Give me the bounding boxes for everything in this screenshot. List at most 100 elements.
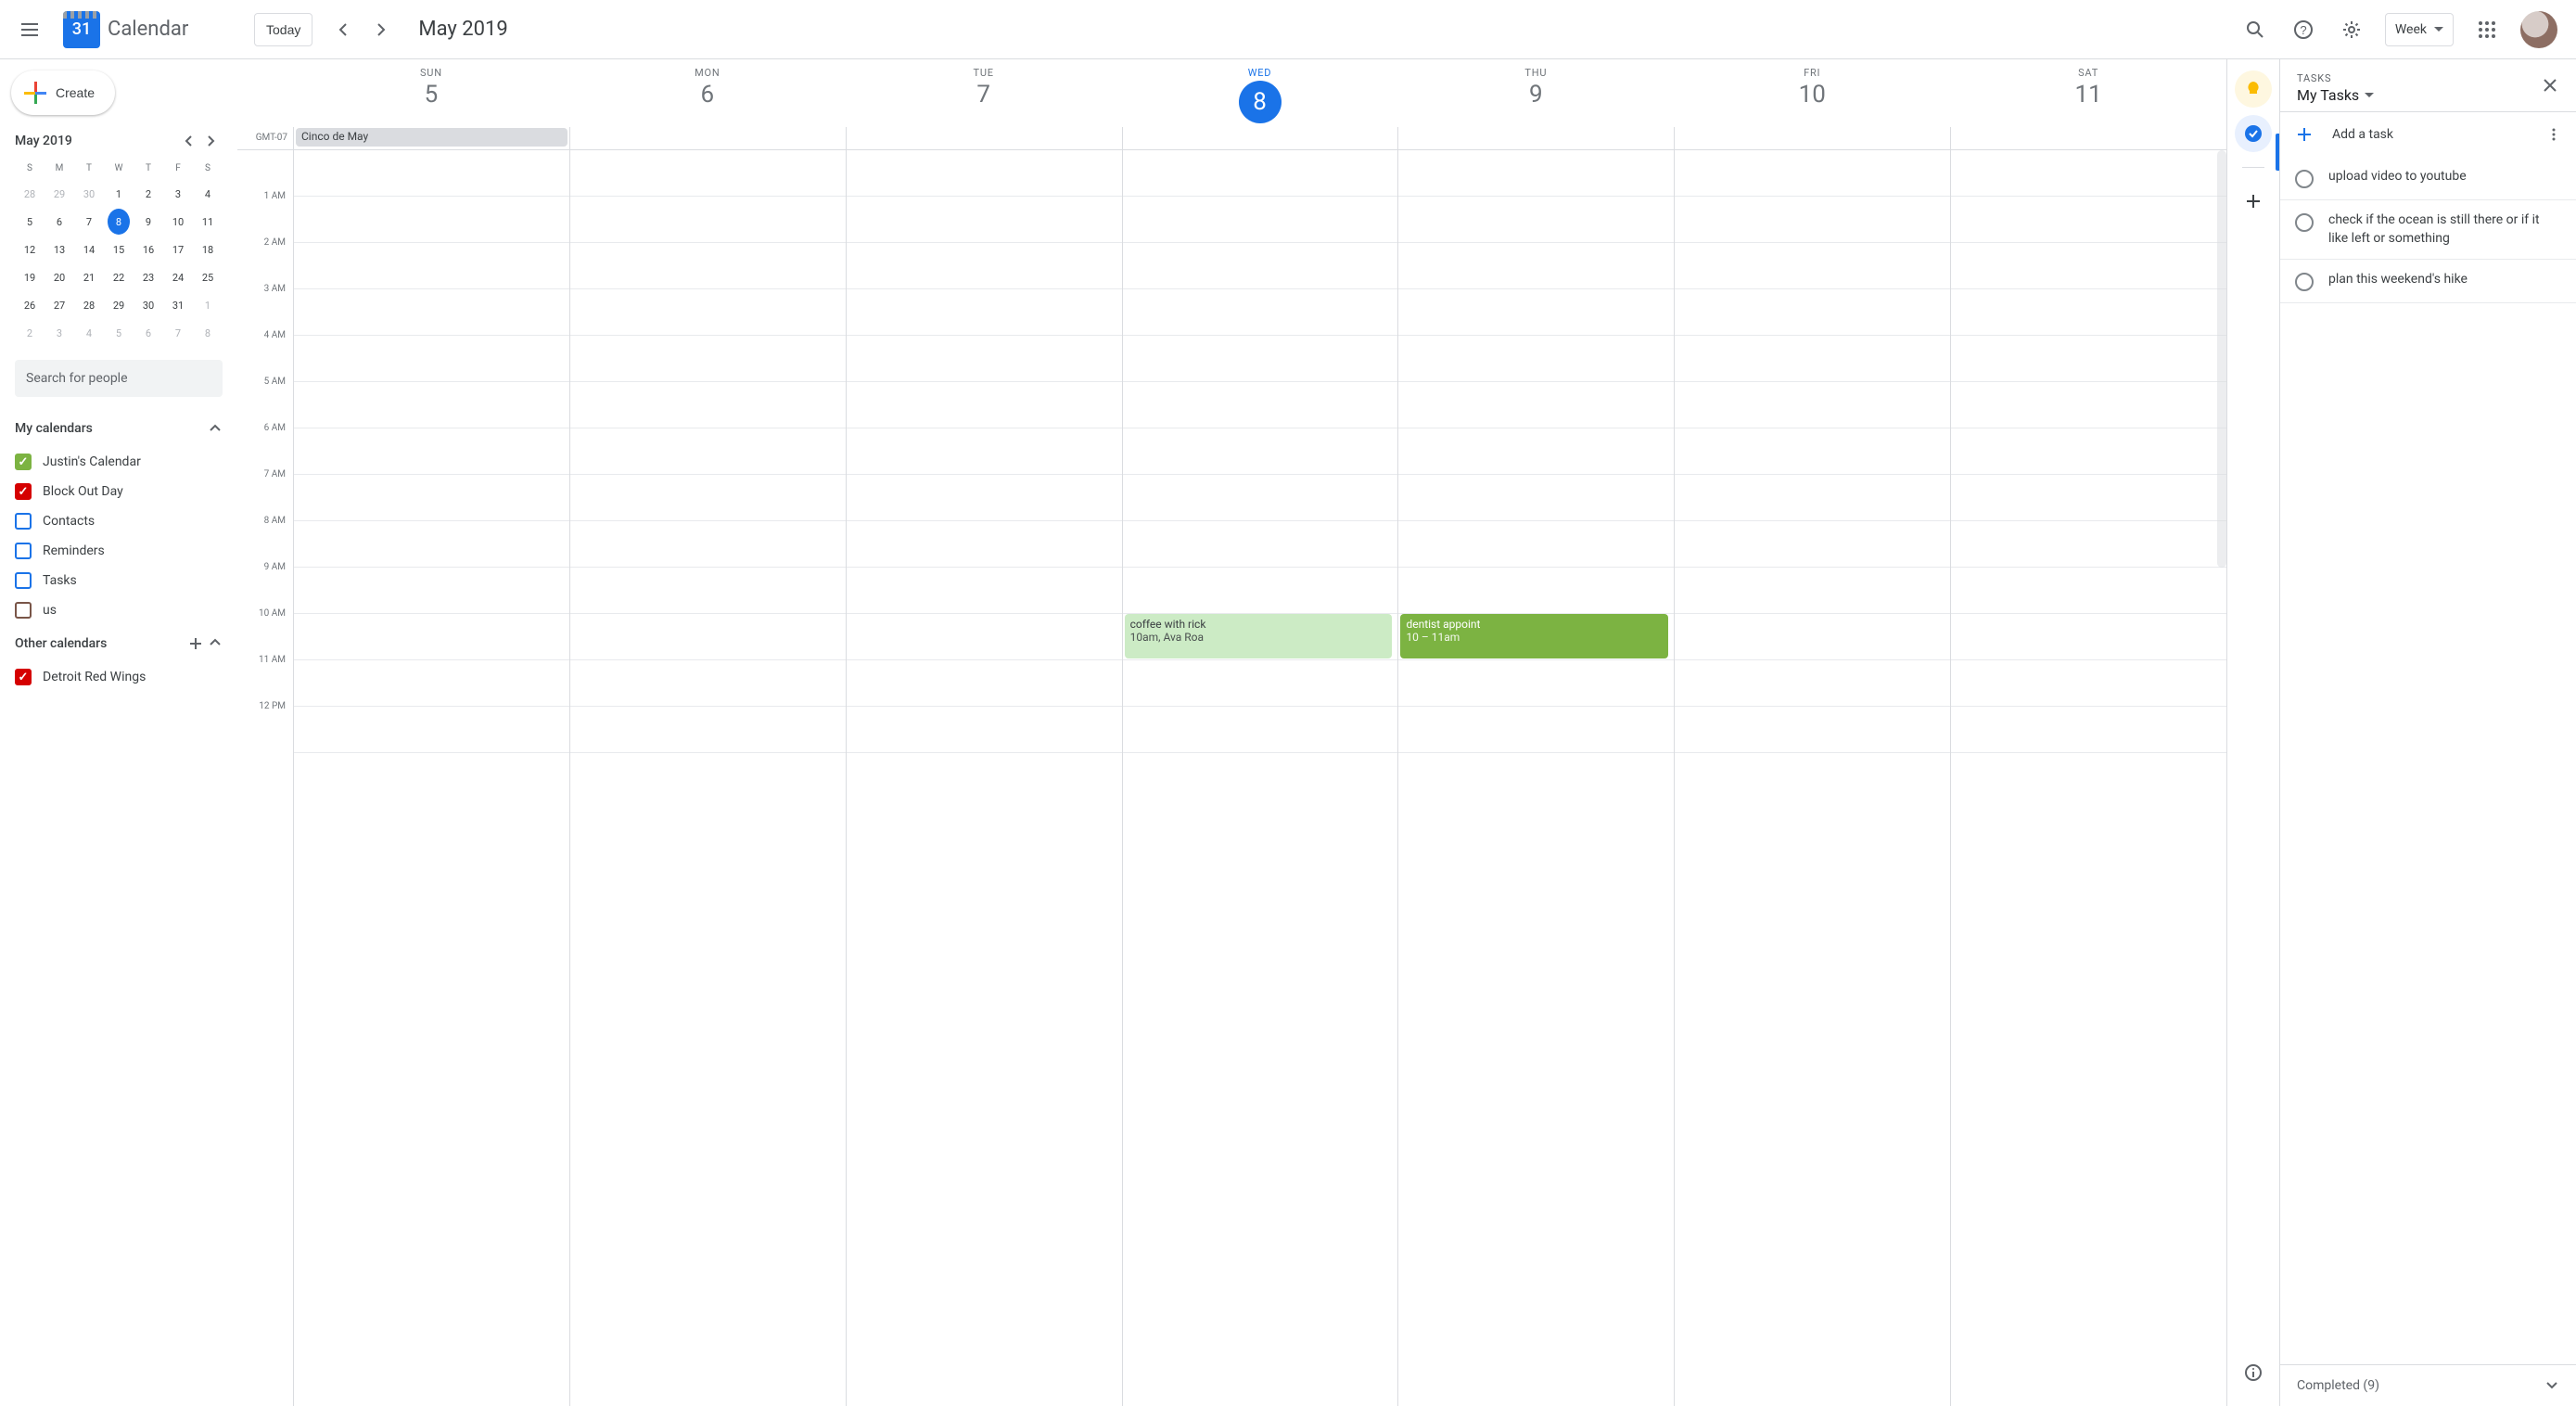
calendar-item[interactable]: us [15, 595, 223, 625]
completed-tasks-toggle[interactable]: Completed (9) [2280, 1364, 2576, 1406]
account-avatar[interactable] [2520, 11, 2557, 48]
allday-cell[interactable] [846, 127, 1122, 149]
task-complete-checkbox[interactable] [2295, 213, 2314, 232]
mini-calendar-day[interactable]: 16 [137, 236, 159, 262]
calendar-item[interactable]: Reminders [15, 536, 223, 566]
mini-calendar-day[interactable]: 13 [48, 236, 70, 262]
day-column[interactable] [1950, 150, 2226, 1406]
allday-cell[interactable]: Cinco de May [293, 127, 569, 149]
mini-calendar-day[interactable]: 28 [19, 181, 41, 207]
mini-calendar-day[interactable]: 11 [197, 209, 219, 235]
mini-calendar-day[interactable]: 4 [197, 181, 219, 207]
mini-calendar-day[interactable]: 8 [108, 209, 130, 235]
other-calendars-header[interactable]: Other calendars [15, 625, 223, 662]
support-button[interactable]: ? [2281, 7, 2326, 52]
add-calendar-button[interactable] [187, 635, 204, 652]
calendar-item[interactable]: Block Out Day [15, 477, 223, 506]
day-column[interactable] [846, 150, 1122, 1406]
prev-week-button[interactable] [325, 11, 363, 48]
task-complete-checkbox[interactable] [2295, 170, 2314, 188]
task-list-menu-button[interactable] [2546, 127, 2561, 142]
mini-calendar-day[interactable]: 27 [48, 292, 70, 318]
mini-calendar-day[interactable]: 8 [197, 320, 219, 346]
mini-calendar-day[interactable]: 4 [78, 320, 100, 346]
allday-cell[interactable] [1397, 127, 1674, 149]
search-people-input[interactable]: Search for people [15, 360, 223, 397]
mini-calendar-day[interactable]: 31 [167, 292, 189, 318]
next-week-button[interactable] [363, 11, 400, 48]
mini-calendar-day[interactable]: 28 [78, 292, 100, 318]
search-button[interactable] [2233, 7, 2277, 52]
mini-calendar-day[interactable]: 1 [108, 181, 130, 207]
mini-calendar-day[interactable]: 6 [48, 209, 70, 235]
mini-calendar-day[interactable]: 21 [78, 264, 100, 290]
mini-calendar-day[interactable]: 22 [108, 264, 130, 290]
day-column[interactable] [569, 150, 846, 1406]
calendar-checkbox[interactable] [15, 543, 32, 559]
mini-calendar-day[interactable]: 3 [167, 181, 189, 207]
day-column[interactable]: coffee with rick10am, Ava Roa [1122, 150, 1398, 1406]
calendar-checkbox[interactable] [15, 602, 32, 619]
keep-button[interactable] [2235, 70, 2272, 108]
view-selector[interactable]: Week [2385, 13, 2454, 46]
day-header[interactable]: FRI10 [1674, 59, 1950, 127]
mini-calendar-day[interactable]: 1 [197, 292, 219, 318]
task-item[interactable]: plan this weekend's hike [2280, 260, 2576, 303]
mini-calendar-day[interactable]: 29 [48, 181, 70, 207]
day-header[interactable]: SAT11 [1950, 59, 2226, 127]
mini-calendar-day[interactable]: 9 [137, 209, 159, 235]
allday-cell[interactable] [1122, 127, 1398, 149]
mini-calendar-day[interactable]: 26 [19, 292, 41, 318]
mini-calendar-day[interactable]: 30 [78, 181, 100, 207]
day-header[interactable]: SUN5 [293, 59, 569, 127]
mini-calendar-day[interactable]: 5 [108, 320, 130, 346]
allday-event[interactable]: Cinco de May [296, 128, 567, 147]
allday-cell[interactable] [1950, 127, 2226, 149]
my-calendars-header[interactable]: My calendars [15, 410, 223, 447]
mini-calendar-day[interactable]: 2 [137, 181, 159, 207]
calendar-item[interactable]: Justin's Calendar [15, 447, 223, 477]
allday-cell[interactable] [569, 127, 846, 149]
mini-calendar-day[interactable]: 17 [167, 236, 189, 262]
mini-calendar-day[interactable]: 2 [19, 320, 41, 346]
day-column[interactable] [293, 150, 569, 1406]
today-button[interactable]: Today [254, 13, 312, 46]
mini-calendar-day[interactable]: 20 [48, 264, 70, 290]
calendar-item[interactable]: Tasks [15, 566, 223, 595]
add-task-row[interactable]: Add a task [2280, 112, 2576, 157]
day-column[interactable] [1674, 150, 1950, 1406]
mini-calendar-day[interactable]: 23 [137, 264, 159, 290]
time-grid[interactable]: 1 AM2 AM3 AM4 AM5 AM6 AM7 AM8 AM9 AM10 A… [237, 150, 2226, 1406]
mini-next-month[interactable] [200, 130, 223, 152]
calendar-checkbox[interactable] [15, 669, 32, 685]
calendar-item[interactable]: Contacts [15, 506, 223, 536]
mini-calendar-day[interactable]: 29 [108, 292, 130, 318]
app-logo[interactable]: 31 Calendar [56, 11, 196, 48]
tasks-button[interactable] [2235, 115, 2272, 152]
mini-calendar-day[interactable]: 25 [197, 264, 219, 290]
mini-calendar-day[interactable]: 10 [167, 209, 189, 235]
task-complete-checkbox[interactable] [2295, 273, 2314, 291]
calendar-item[interactable]: Detroit Red Wings [15, 662, 223, 692]
side-panel-hide-button[interactable] [2235, 1354, 2272, 1391]
mini-calendar-day[interactable]: 6 [137, 320, 159, 346]
mini-calendar-day[interactable]: 14 [78, 236, 100, 262]
mini-calendar-day[interactable]: 3 [48, 320, 70, 346]
task-item[interactable]: check if the ocean is still there or if … [2280, 200, 2576, 260]
mini-calendar-day[interactable]: 7 [167, 320, 189, 346]
main-menu-button[interactable] [7, 7, 52, 52]
mini-calendar-day[interactable]: 19 [19, 264, 41, 290]
mini-calendar-day[interactable]: 7 [78, 209, 100, 235]
mini-calendar-day[interactable]: 15 [108, 236, 130, 262]
get-addons-button[interactable] [2235, 183, 2272, 220]
mini-calendar-day[interactable]: 5 [19, 209, 41, 235]
day-header[interactable]: MON6 [569, 59, 846, 127]
mini-calendar-day[interactable]: 12 [19, 236, 41, 262]
calendar-event[interactable]: dentist appoint10 – 11am [1400, 614, 1668, 658]
calendar-checkbox[interactable] [15, 513, 32, 530]
mini-calendar-day[interactable]: 24 [167, 264, 189, 290]
scrollbar[interactable] [2217, 150, 2226, 568]
mini-prev-month[interactable] [178, 130, 200, 152]
calendar-event[interactable]: coffee with rick10am, Ava Roa [1125, 614, 1393, 658]
tasks-list-selector[interactable]: My Tasks [2297, 86, 2559, 104]
